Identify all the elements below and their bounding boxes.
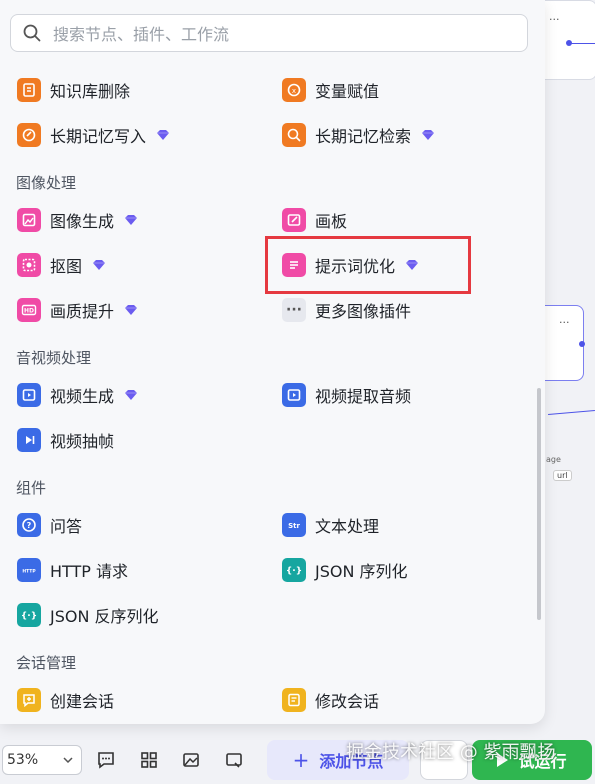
- search-input[interactable]: [51, 21, 515, 47]
- section-title-components: 组件: [16, 479, 47, 497]
- connection-line: [548, 409, 595, 416]
- node-item-label: 抠图: [50, 257, 83, 276]
- note-icon[interactable]: [224, 750, 244, 770]
- node-item-text-process[interactable]: Str 文本处理: [282, 512, 379, 538]
- svg-text:Str: Str: [288, 522, 300, 530]
- node-item-label: JSON 序列化: [315, 562, 408, 581]
- watermark: 掘金技术社区 @ 紫雨飘扬: [346, 742, 556, 763]
- highlight-box: [265, 236, 471, 294]
- node-item-variable-assign[interactable]: x 变量赋值: [282, 77, 379, 103]
- svg-text:{·}: {·}: [21, 612, 37, 622]
- node-item-video-extract-audio[interactable]: 视频提取音频: [282, 382, 411, 408]
- edit-conversation-icon: [282, 688, 306, 712]
- node-item-more-image-plugins[interactable]: ··· 更多图像插件: [282, 297, 411, 323]
- variable-assign-icon: x: [282, 78, 306, 102]
- connection-line: [570, 43, 595, 44]
- node-item-label: 问答: [50, 517, 83, 536]
- node-more-icon[interactable]: ···: [549, 13, 560, 26]
- section-title-conversation: 会话管理: [16, 654, 77, 672]
- vip-diamond-icon: [125, 215, 138, 225]
- plus-icon: +: [292, 748, 310, 772]
- svg-text:x: x: [292, 87, 296, 95]
- node-picker-panel: 知识库删除 x 变量赋值 长期记忆写入 长期记忆检索 图像处理 图像生成 画板 …: [0, 0, 545, 724]
- node-more-icon[interactable]: ···: [559, 316, 570, 329]
- knowledge-delete-icon: [17, 78, 41, 102]
- question-icon: ?: [17, 513, 41, 537]
- video-generate-icon: [17, 383, 41, 407]
- comment-icon[interactable]: [96, 750, 116, 770]
- node-item-json-deserialize[interactable]: {·} JSON 反序列化: [17, 602, 159, 628]
- node-item-json-serialize[interactable]: {·} JSON 序列化: [282, 557, 408, 583]
- search-icon: [23, 24, 41, 42]
- text-process-icon: Str: [282, 513, 306, 537]
- node-item-memory-search[interactable]: 长期记忆检索: [282, 122, 435, 148]
- image-generate-icon: [17, 208, 41, 232]
- node-item-quality-upscale[interactable]: HD 画质提升: [17, 297, 138, 323]
- node-item-cutout[interactable]: 抠图: [17, 252, 106, 278]
- vip-diamond-icon: [125, 305, 138, 315]
- node-item-label: 知识库删除: [50, 82, 131, 101]
- hd-icon: HD: [17, 298, 41, 322]
- node-item-label: 视频抽帧: [50, 432, 115, 451]
- memory-write-icon: [17, 123, 41, 147]
- json-serialize-icon: {·}: [282, 558, 306, 582]
- node-item-label: 视频提取音频: [315, 387, 412, 406]
- node-item-label: 修改会话: [315, 692, 380, 711]
- node-field-chip: url: [553, 470, 572, 481]
- zoom-value: 53%: [7, 752, 39, 768]
- node-item-label: JSON 反序列化: [50, 607, 159, 626]
- vip-diamond-icon: [157, 130, 170, 140]
- svg-text:HD: HD: [24, 308, 34, 315]
- node-item-label: 变量赋值: [315, 82, 380, 101]
- node-item-label: 更多图像插件: [315, 302, 412, 321]
- svg-text:?: ?: [27, 521, 32, 530]
- node-item-label: 画板: [315, 212, 348, 231]
- svg-text:{·}: {·}: [286, 567, 302, 577]
- node-item-knowledge-delete[interactable]: 知识库删除: [17, 77, 130, 103]
- node-item-label: 文本处理: [315, 517, 380, 536]
- memory-search-icon: [282, 123, 306, 147]
- node-item-canvas[interactable]: 画板: [282, 207, 347, 233]
- node-item-memory-write[interactable]: 长期记忆写入: [17, 122, 170, 148]
- node-item-http-request[interactable]: HTTP HTTP 请求: [17, 557, 128, 583]
- vip-diamond-icon: [93, 260, 106, 270]
- chevron-down-icon: [63, 757, 73, 764]
- vip-diamond-icon: [125, 390, 138, 400]
- node-item-label: 长期记忆写入: [50, 127, 147, 146]
- node-item-label: HTTP 请求: [50, 562, 129, 581]
- node-item-label: 长期记忆检索: [315, 127, 412, 146]
- more-icon: ···: [282, 298, 306, 322]
- cutout-icon: [17, 253, 41, 277]
- node-item-edit-conversation[interactable]: 修改会话: [282, 687, 379, 713]
- node-item-video-generate[interactable]: 视频生成: [17, 382, 138, 408]
- json-deserialize-icon: {·}: [17, 603, 41, 627]
- video-audio-icon: [282, 383, 306, 407]
- video-frames-icon: [17, 428, 41, 452]
- node-item-label: 画质提升: [50, 302, 115, 321]
- node-item-label: 图像生成: [50, 212, 115, 231]
- svg-text:HTTP: HTTP: [22, 569, 36, 575]
- node-item-image-generate[interactable]: 图像生成: [17, 207, 138, 233]
- node-item-create-conversation[interactable]: 创建会话: [17, 687, 114, 713]
- node-field-label: age: [546, 455, 561, 464]
- create-conversation-icon: [17, 688, 41, 712]
- zoom-select[interactable]: 53%: [2, 745, 82, 775]
- node-item-label: 视频生成: [50, 387, 115, 406]
- http-icon: HTTP: [17, 558, 41, 582]
- layout-grid-icon[interactable]: [139, 750, 159, 770]
- search-box[interactable]: [10, 14, 528, 52]
- vip-diamond-icon: [422, 130, 435, 140]
- node-item-label: 创建会话: [50, 692, 115, 711]
- canvas-icon: [282, 208, 306, 232]
- section-title-image: 图像处理: [16, 174, 77, 192]
- node-item-video-frames[interactable]: 视频抽帧: [17, 427, 114, 453]
- node-port[interactable]: [579, 341, 585, 347]
- node-item-qa[interactable]: ? 问答: [17, 512, 82, 538]
- image-icon[interactable]: [181, 750, 201, 770]
- panel-scrollbar[interactable]: [537, 388, 541, 620]
- section-title-audio-video: 音视频处理: [16, 349, 92, 367]
